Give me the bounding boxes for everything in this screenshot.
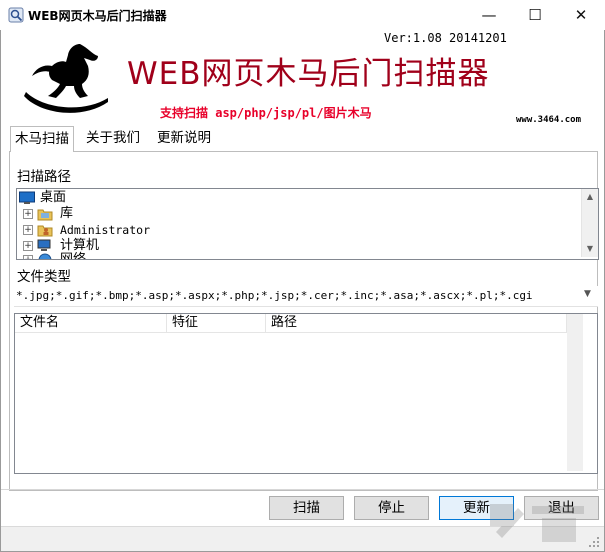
banner-title: WEB网页木马后门扫描器 — [127, 56, 490, 92]
desktop-icon — [19, 191, 35, 204]
scan-button[interactable]: 扫描 — [269, 496, 344, 520]
library-folder-icon — [37, 209, 53, 221]
results-list[interactable] — [14, 313, 598, 474]
computer-icon — [37, 239, 51, 251]
scan-path-label: 扫描路径 — [17, 169, 71, 185]
column-header-filename[interactable]: 文件名 — [15, 314, 167, 332]
scroll-up-icon[interactable]: ▲ — [582, 189, 598, 205]
expand-icon[interactable]: + — [23, 209, 33, 219]
scroll-down-icon[interactable]: ▼ — [582, 241, 598, 257]
divider — [1, 489, 604, 490]
version-text: Ver:1.08 20141201 — [384, 31, 507, 45]
rocking-horse-logo — [24, 44, 108, 113]
status-bar — [1, 526, 604, 551]
column-header-signature[interactable]: 特征 — [167, 314, 266, 332]
user-folder-icon — [37, 225, 53, 237]
maximize-button[interactable]: ☐ — [512, 0, 558, 30]
tree-node-label: 网络 — [60, 252, 87, 260]
window-title: WEB网页木马后门扫描器 — [28, 9, 167, 23]
expand-icon[interactable]: + — [23, 225, 33, 235]
support-text: 支持扫描 asp/php/jsp/pl/图片木马 — [160, 106, 372, 120]
stop-button[interactable]: 停止 — [354, 496, 429, 520]
app-icon — [8, 7, 24, 23]
tree-node-label: 库 — [60, 206, 74, 221]
file-type-value[interactable]: *.jpg;*.gif;*.bmp;*.asp;*.aspx;*.php;*.j… — [16, 289, 533, 302]
tab-update-notes[interactable]: 更新说明 — [153, 126, 215, 150]
file-type-label: 文件类型 — [17, 269, 71, 285]
site-url-text: www.3464.com — [516, 115, 582, 125]
chevron-down-icon[interactable]: ▼ — [584, 289, 591, 299]
tree-node-label: 桌面 — [40, 190, 67, 205]
minimize-button[interactable]: — — [466, 0, 512, 30]
folder-tree[interactable]: 桌面 + 库 + Administrator + 计算机 + 网络 — [16, 188, 599, 260]
update-button[interactable]: 更新 — [439, 496, 514, 520]
close-button[interactable]: ✕ — [558, 0, 604, 30]
tab-trojan-scan[interactable]: 木马扫描 — [10, 126, 74, 152]
results-scrollbar[interactable] — [567, 314, 583, 471]
column-header-path[interactable]: 路径 — [266, 314, 567, 332]
tree-node-label: Administrator — [60, 223, 151, 237]
expand-icon[interactable]: + — [23, 255, 33, 259]
network-icon — [38, 253, 52, 259]
tree-scrollbar[interactable]: ▲ ▼ — [581, 189, 598, 257]
tab-about-us[interactable]: 关于我们 — [82, 126, 144, 150]
results-list-header: 文件名 特征 路径 — [15, 314, 567, 333]
exit-button[interactable]: 退出 — [524, 496, 599, 520]
resize-grip-icon[interactable] — [588, 536, 600, 548]
expand-icon[interactable]: + — [23, 241, 33, 251]
